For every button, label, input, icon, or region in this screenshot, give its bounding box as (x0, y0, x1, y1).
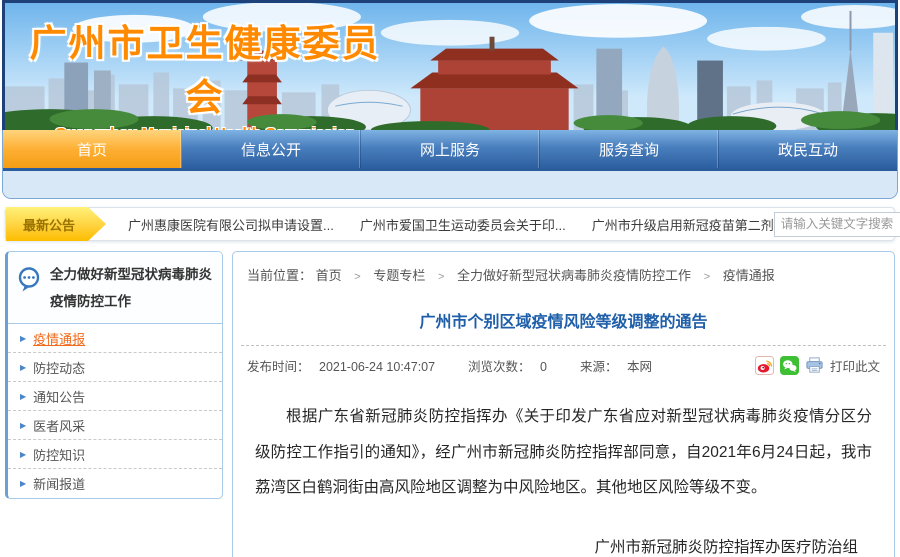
sidebar-item-label: 医者风采 (33, 416, 85, 435)
search-bar: 智能搜索 (774, 211, 900, 238)
site-subtitle: Guangzhou Municipal Health Commission (25, 125, 385, 130)
sidebar-item-label: 通知公告 (33, 387, 85, 406)
main-navigation: 首页 信息公开 网上服务 服务查询 政民互动 (2, 130, 898, 199)
breadcrumb-special-topics[interactable]: 专题专栏 (373, 268, 425, 283)
nav-tab-info-disclosure[interactable]: 信息公开 (182, 130, 361, 168)
arrow-bullet-icon: ▶ (20, 334, 26, 343)
publish-time-label: 发布时间： (247, 360, 310, 374)
publish-time-value: 2021-06-24 10:47:07 (319, 360, 435, 374)
nav-tab-public-interaction[interactable]: 政民互动 (719, 130, 897, 168)
article-panel: 当前位置： 首页 > 专题专栏 > 全力做好新型冠状病毒肺炎疫情防控工作 > 疫… (232, 251, 895, 557)
ticker-links: 广州惠康医院有限公司拟申请设置... 广州市爱国卫生运动委员会关于印... 广州… (106, 215, 774, 234)
ticker-link-1[interactable]: 广州惠康医院有限公司拟申请设置... (128, 215, 334, 234)
sidebar-menu: 全力做好新型冠状病毒肺炎疫情防控工作 ▶ 疫情通报 ▶ 防控动态 ▶ 通知公告 … (5, 251, 223, 499)
site-title: 广州市卫生健康委员会 (25, 13, 385, 121)
article-meta: 发布时间： 2021-06-24 10:47:07 浏览次数： 0 来源： 本网 (233, 346, 894, 375)
weibo-icon[interactable] (755, 356, 774, 375)
ticker-link-3[interactable]: 广州市升级启用新冠疫苗第二剂 (592, 215, 774, 234)
views-label: 浏览次数： (468, 360, 531, 374)
sidebar-item-label: 新闻报道 (33, 474, 85, 493)
arrow-bullet-icon: ▶ (20, 479, 26, 488)
sidebar-title: 全力做好新型冠状病毒肺炎疫情防控工作 (50, 261, 212, 315)
wechat-icon[interactable] (780, 356, 799, 375)
sidebar-header: 全力做好新型冠状病毒肺炎疫情防控工作 (8, 252, 222, 324)
breadcrumb-epidemic-bulletin[interactable]: 疫情通报 (723, 268, 775, 283)
breadcrumb-separator: > (438, 271, 444, 283)
signature-org: 广州市新冠肺炎防控指挥办医疗防治组 (233, 532, 858, 557)
article-body: 根据广东省新冠肺炎防控指挥办《关于印发广东省应对新型冠状病毒肺炎疫情分区分级防控… (255, 399, 872, 506)
arrow-bullet-icon: ▶ (20, 421, 26, 430)
sidebar-item-control-updates[interactable]: ▶ 防控动态 (8, 353, 222, 382)
ticker-label: 最新公告 (6, 207, 106, 241)
source-value: 本网 (627, 360, 652, 374)
article-meta-left: 发布时间： 2021-06-24 10:47:07 浏览次数： 0 来源： 本网 (247, 356, 658, 375)
arrow-bullet-icon: ▶ (20, 392, 26, 401)
search-input[interactable] (774, 212, 900, 237)
sidebar-item-epidemic-bulletin[interactable]: ▶ 疫情通报 (8, 324, 222, 353)
breadcrumb-separator: > (354, 271, 360, 283)
breadcrumb-separator: > (704, 271, 710, 283)
nav-tab-online-services[interactable]: 网上服务 (361, 130, 540, 168)
breadcrumb-covid-prevention[interactable]: 全力做好新型冠状病毒肺炎疫情防控工作 (457, 268, 691, 283)
nav-tab-service-query[interactable]: 服务查询 (540, 130, 719, 168)
content-area: 全力做好新型冠状病毒肺炎疫情防控工作 ▶ 疫情通报 ▶ 防控动态 ▶ 通知公告 … (5, 251, 895, 557)
sidebar-item-prevention-knowledge[interactable]: ▶ 防控知识 (8, 440, 222, 469)
sidebar-item-notices[interactable]: ▶ 通知公告 (8, 382, 222, 411)
breadcrumb-prefix: 当前位置： (247, 268, 312, 283)
ticker-link-2[interactable]: 广州市爱国卫生运动委员会关于印... (360, 215, 566, 234)
print-this-link[interactable]: 打印此文 (830, 356, 880, 375)
nav-tab-home[interactable]: 首页 (3, 130, 182, 168)
sidebar-item-doctor-profiles[interactable]: ▶ 医者风采 (8, 411, 222, 440)
breadcrumb: 当前位置： 首页 > 专题专栏 > 全力做好新型冠状病毒肺炎疫情防控工作 > 疫… (233, 252, 894, 294)
arrow-bullet-icon: ▶ (20, 363, 26, 372)
print-icon[interactable] (805, 356, 824, 375)
article-title: 广州市个别区域疫情风险等级调整的通告 (233, 308, 894, 332)
speech-bubble-icon (16, 266, 42, 297)
site-identity: 广州市卫生健康委员会 Guangzhou Municipal Health Co… (25, 13, 385, 130)
share-toolbar: 打印此文 (755, 356, 880, 375)
sidebar-item-label: 防控动态 (33, 358, 85, 377)
arrow-bullet-icon: ▶ (20, 450, 26, 459)
announcement-ticker: 最新公告 广州惠康医院有限公司拟申请设置... 广州市爱国卫生运动委员会关于印.… (5, 207, 895, 241)
nav-subbar (3, 171, 897, 198)
site-banner: 广州市卫生健康委员会 Guangzhou Municipal Health Co… (2, 0, 898, 130)
breadcrumb-home[interactable]: 首页 (316, 268, 342, 283)
sidebar-item-label: 防控知识 (33, 445, 85, 464)
views-value: 0 (540, 360, 547, 374)
sidebar-item-label: 疫情通报 (33, 329, 85, 348)
signature-block: 广州市新冠肺炎防控指挥办医疗防治组 2021年6月24日 (233, 532, 858, 557)
sidebar-item-news-reports[interactable]: ▶ 新闻报道 (8, 469, 222, 498)
nav-tabs: 首页 信息公开 网上服务 服务查询 政民互动 (3, 130, 897, 168)
source-label: 来源： (580, 360, 618, 374)
